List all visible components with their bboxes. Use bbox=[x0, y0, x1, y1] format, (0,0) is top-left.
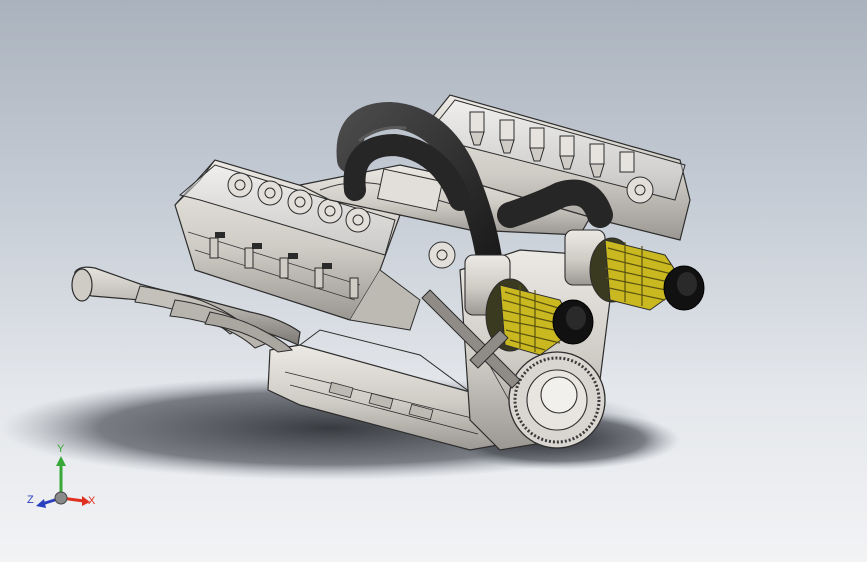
y-axis-arrowhead bbox=[56, 456, 66, 466]
view-triad: X Y Z bbox=[24, 440, 104, 520]
z-axis-label: Z bbox=[27, 494, 34, 506]
y-axis-label: Y bbox=[57, 443, 65, 455]
engine-model[interactable] bbox=[0, 0, 867, 562]
air-filter-right bbox=[589, 237, 705, 311]
origin-marker bbox=[54, 491, 68, 505]
z-axis-arrowhead bbox=[36, 499, 46, 508]
graphics-viewport[interactable]: X Y Z bbox=[0, 0, 867, 562]
x-axis-label: X bbox=[88, 495, 96, 507]
crank-pulley bbox=[508, 351, 606, 449]
